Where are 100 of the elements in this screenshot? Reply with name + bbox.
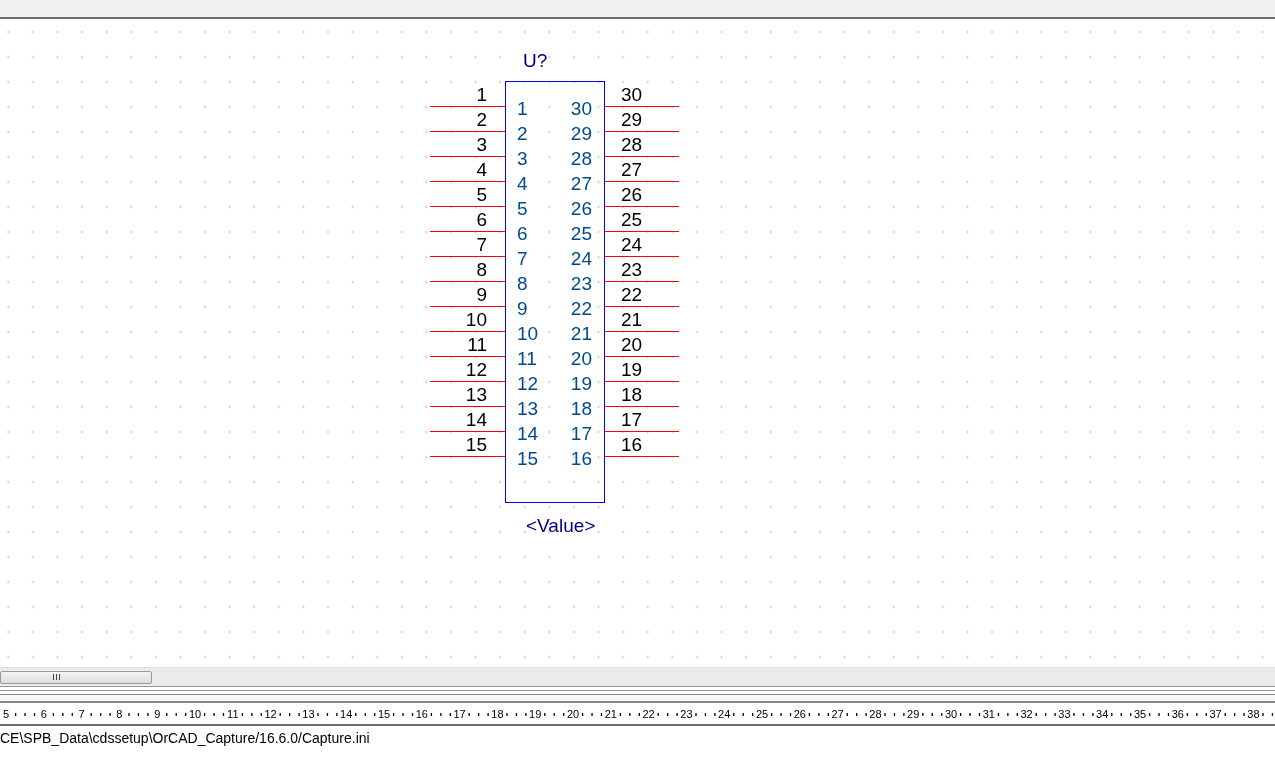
pin-number: 14: [465, 409, 487, 430]
ruler-label: 16: [415, 708, 428, 720]
ruler-label: 22: [642, 708, 655, 720]
status-text: CE\SPB_Data\cdssetup\OrCAD_Capture/16.6.0/Capture.ini: [0, 730, 370, 746]
ruler-label: 34: [1096, 708, 1109, 720]
panel-splitter[interactable]: [0, 686, 1275, 703]
pin-name: 18: [570, 398, 592, 419]
pin-number: 11: [467, 334, 487, 355]
pin-number: 28: [621, 134, 643, 155]
ruler-label: 15: [377, 708, 391, 720]
pin-line[interactable]: [604, 131, 680, 132]
pin-number: 23: [621, 259, 643, 280]
pin-line[interactable]: [604, 256, 680, 257]
ruler-label: 26: [793, 708, 806, 720]
pin-line[interactable]: [604, 356, 680, 357]
pin-line[interactable]: [429, 281, 506, 282]
pin-name: 11: [517, 348, 537, 369]
ruler-label: 35: [1133, 708, 1147, 720]
grip-icon: [52, 674, 60, 680]
ruler-label: 8: [116, 708, 123, 720]
pin-number: 8: [476, 259, 487, 280]
pin-number: 3: [476, 134, 487, 155]
pin-name: 17: [570, 423, 592, 444]
pin-line[interactable]: [429, 256, 506, 257]
ruler-label: 9: [154, 708, 161, 720]
pin-number: 6: [476, 209, 487, 230]
pin-name: 4: [517, 173, 528, 194]
pin-line[interactable]: [429, 431, 506, 432]
pin-number: 27: [621, 159, 643, 180]
pin-name: 21: [570, 323, 592, 344]
ruler-label: 19: [529, 708, 542, 720]
pin-number: 2: [476, 109, 487, 130]
pin-number: 15: [465, 434, 487, 455]
ruler-label: 7: [78, 708, 85, 720]
ruler-label: 24: [718, 708, 731, 720]
pin-line[interactable]: [429, 181, 506, 182]
ruler-label: 6: [40, 708, 47, 720]
pin-line[interactable]: [429, 306, 506, 307]
part-value: <Value>: [526, 515, 596, 536]
ruler-label: 27: [831, 708, 844, 720]
pin-line[interactable]: [429, 456, 506, 457]
pin-line[interactable]: [604, 406, 680, 407]
pin-name: 19: [570, 373, 592, 394]
ruler-label: 17: [453, 708, 466, 720]
ruler-label: 37: [1209, 708, 1222, 720]
pin-line[interactable]: [604, 231, 680, 232]
pin-name: 26: [570, 198, 592, 219]
pin-name: 29: [570, 123, 592, 144]
pin-number: 4: [476, 159, 487, 180]
pin-name: 6: [517, 223, 528, 244]
ruler-label: 12: [264, 708, 277, 720]
ruler-label: 32: [1020, 708, 1033, 720]
pin-name: 10: [517, 323, 539, 344]
pin-name: 16: [570, 448, 592, 469]
pin-line[interactable]: [429, 156, 506, 157]
ruler-label: 28: [869, 708, 882, 720]
ruler-label: 23: [680, 708, 693, 720]
pin-name: 5: [517, 198, 528, 219]
pin-line[interactable]: [604, 331, 680, 332]
pin-line[interactable]: [604, 156, 680, 157]
part-body[interactable]: [505, 81, 605, 503]
pin-line[interactable]: [604, 206, 680, 207]
ruler-label: 18: [491, 708, 504, 720]
pin-number: 12: [465, 359, 487, 380]
pin-number: 30: [621, 84, 643, 105]
pin-name: 9: [517, 298, 528, 319]
ruler-label: 38: [1247, 708, 1260, 720]
pin-number: 9: [476, 284, 487, 305]
pin-line[interactable]: [604, 306, 680, 307]
pin-line[interactable]: [429, 206, 506, 207]
pin-line[interactable]: [604, 456, 680, 457]
pin-number: 25: [621, 209, 643, 230]
ruler-label: 11: [227, 708, 239, 720]
pin-number: 5: [476, 184, 487, 205]
pin-line[interactable]: [604, 106, 680, 107]
pin-name: 7: [517, 248, 528, 269]
ruler-label: 13: [302, 708, 315, 720]
pin-line[interactable]: [604, 381, 680, 382]
pin-line[interactable]: [429, 356, 506, 357]
pin-line[interactable]: [429, 106, 506, 107]
pin-line[interactable]: [429, 231, 506, 232]
scrollbar-thumb[interactable]: [0, 670, 152, 684]
pin-line[interactable]: [604, 431, 680, 432]
pin-line[interactable]: [429, 131, 506, 132]
pin-number: 19: [621, 359, 643, 380]
pin-number: 20: [621, 334, 643, 355]
pin-number: 10: [465, 309, 487, 330]
ruler-label: 20: [566, 708, 580, 720]
part-reference: U?: [523, 50, 548, 71]
pin-number: 24: [621, 234, 643, 255]
pin-number: 21: [621, 309, 643, 330]
pin-line[interactable]: [604, 281, 680, 282]
pin-name: 13: [517, 398, 539, 419]
pin-line[interactable]: [429, 406, 506, 407]
pin-name: 2: [517, 123, 528, 144]
pin-name: 28: [570, 148, 592, 169]
pin-line[interactable]: [604, 181, 680, 182]
pin-line[interactable]: [429, 381, 506, 382]
pin-name: 12: [517, 373, 539, 394]
pin-line[interactable]: [429, 331, 506, 332]
